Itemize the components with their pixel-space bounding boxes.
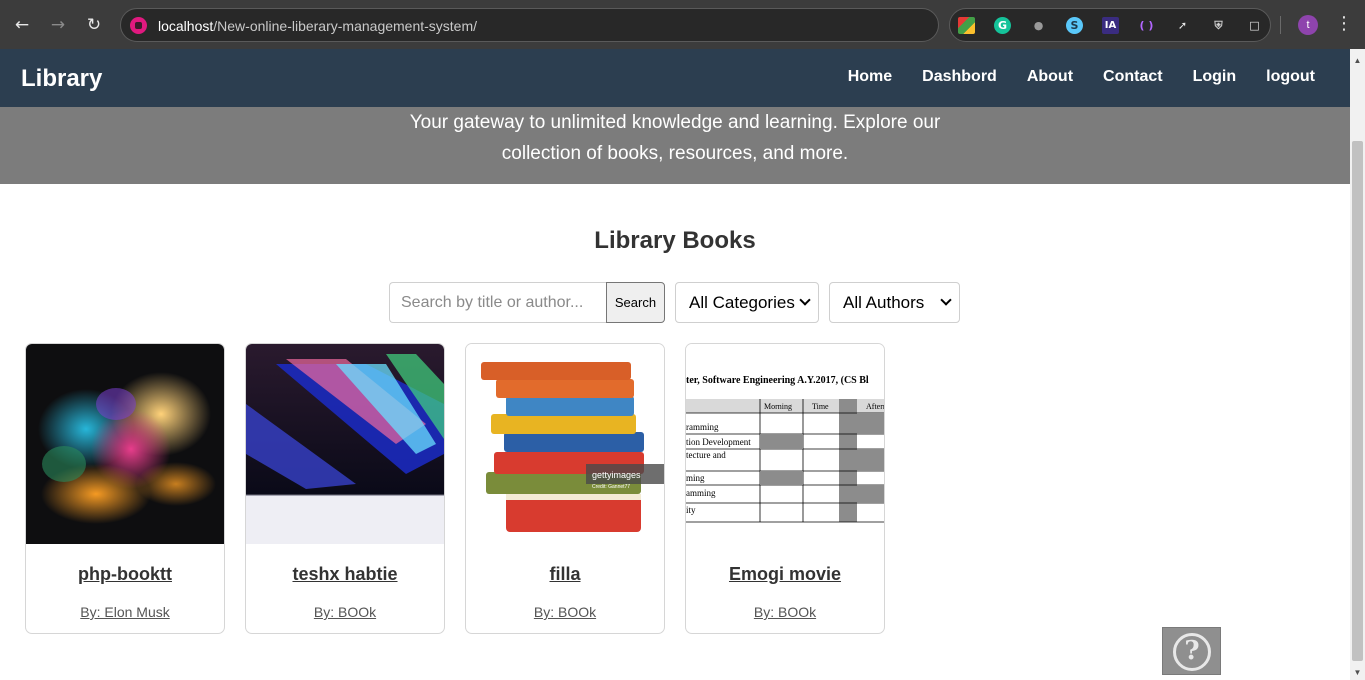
search-button[interactable]: Search (606, 282, 665, 323)
category-select-value: All Categories (689, 292, 795, 312)
book-author[interactable]: By: BOOk (686, 604, 884, 620)
book-author[interactable]: By: BOOk (466, 604, 664, 620)
cover-row: tion Development (686, 437, 751, 447)
browser-menu-icon[interactable]: ⋮ (1335, 13, 1353, 34)
book-cover-image[interactable] (26, 344, 224, 544)
scroll-up-icon[interactable]: ▲ (1353, 56, 1362, 65)
page-scrollbar[interactable]: ▲ ▼ (1350, 49, 1365, 680)
cover-credit: Credit: Gannet77 (592, 484, 630, 490)
nav-about[interactable]: About (1027, 68, 1073, 86)
cover-row: tecture and (686, 450, 726, 460)
cover-row: ming (686, 473, 705, 483)
scroll-down-icon[interactable]: ▼ (1353, 668, 1362, 677)
cover-watermark: gettyimages (592, 470, 641, 480)
nav-logout[interactable]: logout (1266, 68, 1315, 86)
book-cover-image[interactable]: gettyimages Credit: Gannet77 (466, 344, 664, 544)
cover-col-morning: Morning (764, 402, 792, 411)
book-author[interactable]: By: BOOk (246, 604, 444, 620)
grammarly-icon[interactable]: G (994, 17, 1011, 34)
ia-icon[interactable]: IA (1102, 17, 1119, 34)
mouse-icon[interactable]: ● (1030, 17, 1047, 34)
site-favicon-icon (130, 17, 147, 34)
cover-row: ity (686, 505, 696, 515)
url-text[interactable]: localhost/New-online-liberary-management… (158, 18, 477, 34)
book-cover-image[interactable] (246, 344, 444, 544)
book-card[interactable]: ter, Software Engineering A.Y.2017, (CS … (685, 343, 885, 634)
cover-col-after: Aftern (866, 402, 884, 411)
help-widget[interactable]: ? (1162, 627, 1221, 675)
forward-icon[interactable]: → (47, 14, 69, 36)
toolbar-divider (1280, 16, 1281, 34)
book-title[interactable]: php-booktt (26, 564, 224, 585)
category-select[interactable]: All Categories (675, 282, 819, 323)
nav-contact[interactable]: Contact (1103, 68, 1163, 86)
url-host: localhost (158, 18, 214, 34)
site-navbar: Library Home Dashbord About Contact Logi… (0, 49, 1350, 107)
cover-row: amming (686, 488, 716, 498)
s-icon[interactable]: S (1066, 17, 1083, 34)
nav-dashboard[interactable]: Dashbord (922, 68, 997, 86)
author-select[interactable]: All Authors (829, 282, 960, 323)
nav-home[interactable]: Home (848, 68, 892, 86)
colorful-extension-icon[interactable] (958, 17, 975, 34)
nav-links: Home Dashbord About Contact Login logout (848, 68, 1315, 86)
nav-login[interactable]: Login (1193, 68, 1237, 86)
section-title: Library Books (594, 227, 756, 254)
book-card[interactable]: php-booktt By: Elon Musk (25, 343, 225, 634)
author-select-value: All Authors (843, 292, 925, 312)
chevron-down-icon (799, 294, 811, 306)
book-card[interactable]: gettyimages Credit: Gannet77 filla By: B… (465, 343, 665, 634)
book-title[interactable]: teshx habtie (246, 564, 444, 585)
search-input[interactable] (389, 282, 606, 323)
help-logo-icon: ? (1173, 633, 1211, 671)
book-author[interactable]: By: Elon Musk (26, 604, 224, 620)
scroll-thumb[interactable] (1352, 141, 1363, 661)
back-icon[interactable]: ← (11, 14, 33, 36)
book-title[interactable]: Emogi movie (686, 564, 884, 585)
url-path: /New-online-liberary-management-system/ (213, 18, 478, 34)
address-bar[interactable]: localhost/New-online-liberary-management… (120, 8, 939, 42)
page: Library Home Dashbord About Contact Logi… (0, 49, 1350, 680)
browser-toolbar: ← → ↻ localhost/New-online-liberary-mana… (0, 0, 1365, 49)
book-title[interactable]: filla (466, 564, 664, 585)
reload-icon[interactable]: ↻ (83, 14, 105, 36)
cover-col-time: Time (812, 402, 829, 411)
brackets-icon[interactable]: ( ) (1138, 17, 1155, 34)
profile-avatar[interactable]: t (1298, 15, 1318, 35)
cover-heading: ter, Software Engineering A.Y.2017, (CS … (686, 375, 869, 386)
cover-row: ramming (686, 422, 719, 432)
brand-logo[interactable]: Library (21, 65, 102, 93)
book-cover-image[interactable]: ter, Software Engineering A.Y.2017, (CS … (686, 344, 884, 544)
book-card[interactable]: teshx habtie By: BOOk (245, 343, 445, 634)
hero-banner: Your gateway to unlimited knowledge and … (0, 107, 1350, 184)
puzzle-icon[interactable]: □ (1246, 17, 1263, 34)
hero-text: Your gateway to unlimited knowledge and … (409, 112, 941, 164)
chevron-down-icon (940, 294, 952, 306)
eyedropper-icon[interactable]: ➚ (1174, 17, 1191, 34)
extensions-tray: G ● S IA ( ) ➚ ⛨ □ (949, 8, 1271, 42)
shield-icon[interactable]: ⛨ (1210, 17, 1227, 34)
